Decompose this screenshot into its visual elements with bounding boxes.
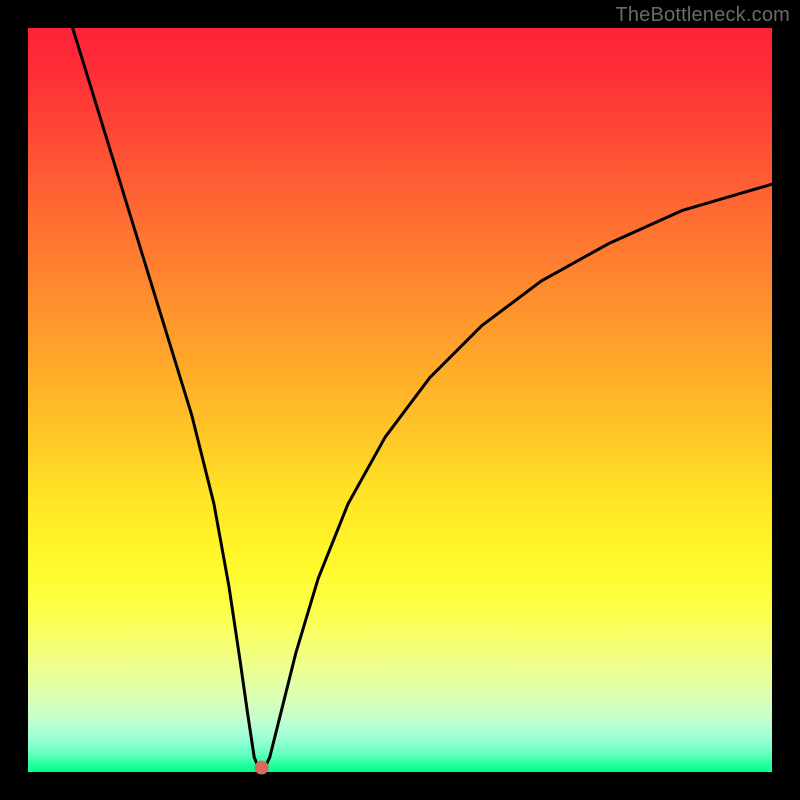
minimum-marker bbox=[255, 761, 269, 775]
bottleneck-curve bbox=[73, 28, 772, 768]
chart-frame: TheBottleneck.com bbox=[0, 0, 800, 800]
watermark-text: TheBottleneck.com bbox=[615, 4, 790, 27]
curve-layer bbox=[28, 28, 772, 772]
plot-area bbox=[28, 28, 772, 772]
